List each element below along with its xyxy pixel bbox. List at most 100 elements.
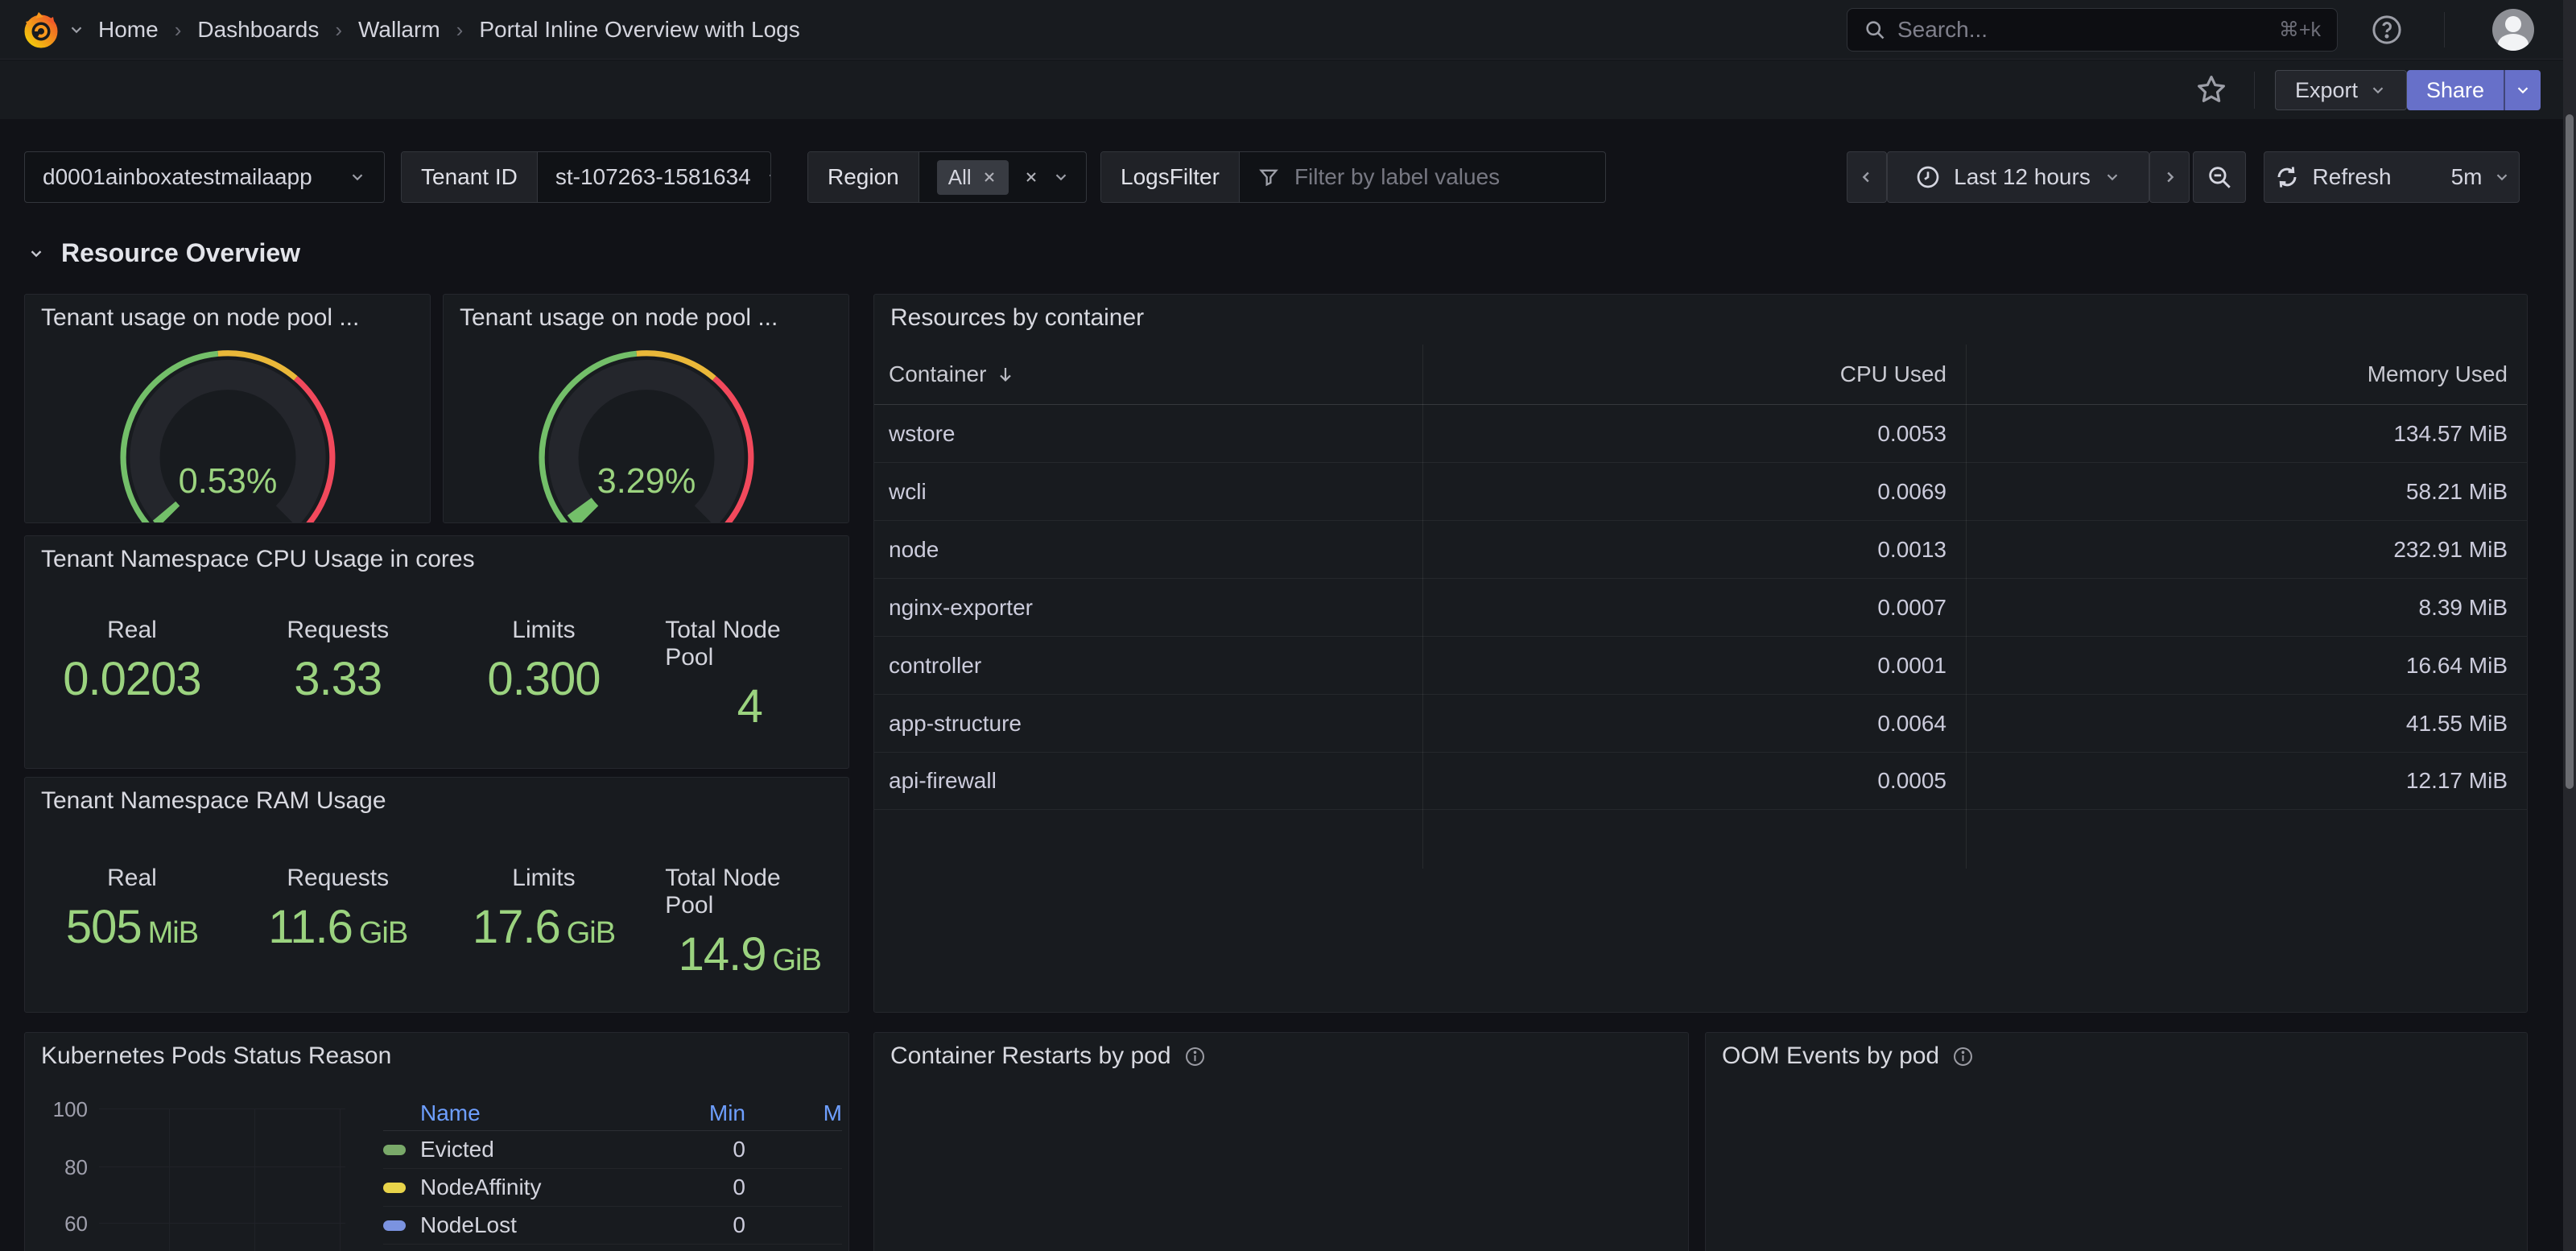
legend-series-swatch: [383, 1220, 406, 1231]
search-input[interactable]: Search... ⌘+k: [1847, 8, 2338, 52]
legend-series-name[interactable]: NodeLost: [420, 1212, 568, 1238]
toolbar-divider: [2254, 72, 2255, 109]
org-switcher-chevron-icon[interactable]: [68, 21, 85, 39]
top-nav: Home›Dashboards›Wallarm›Portal Inline Ov…: [0, 0, 2576, 60]
breadcrumb-item[interactable]: Wallarm: [358, 17, 440, 43]
refresh-button[interactable]: Refresh: [2256, 152, 2409, 202]
dashboard-toolbar: Export Share: [0, 60, 2576, 119]
stat-label: Limits: [512, 617, 575, 644]
star-icon[interactable]: [2194, 72, 2228, 106]
breadcrumb-item[interactable]: Portal Inline Overview with Logs: [479, 17, 799, 43]
panel-title[interactable]: Tenant Namespace RAM Usage: [41, 787, 386, 815]
logs-filter-placeholder: Filter by label values: [1294, 164, 1500, 190]
region-filter[interactable]: Region All: [807, 151, 1087, 203]
section-resource-overview[interactable]: Resource Overview: [27, 238, 300, 268]
info-icon[interactable]: [1952, 1046, 1974, 1067]
panel-title[interactable]: Resources by container: [890, 304, 1144, 332]
breadcrumb-separator: ›: [175, 18, 182, 43]
gauge-value: 0.53%: [178, 462, 277, 501]
legend-header-max[interactable]: M: [745, 1100, 842, 1126]
table-row: api-firewall0.000512.17 MiB: [874, 752, 2527, 810]
panel-ram-usage: Tenant Namespace RAM Usage Real505MiBReq…: [24, 777, 849, 1013]
cell-container-name: wstore: [874, 421, 1422, 447]
zoom-out-button[interactable]: [2193, 151, 2246, 203]
table-header-container[interactable]: Container: [874, 361, 1422, 387]
panel-oom-events: OOM Events by pod: [1705, 1032, 2528, 1251]
panel-title[interactable]: Tenant usage on node pool ...: [460, 304, 778, 332]
legend-header-name[interactable]: Name: [383, 1100, 568, 1126]
cell-memory-used: 8.39 MiB: [1966, 595, 2527, 621]
stat-unit: GiB: [567, 916, 615, 950]
stat-value: 3.33: [294, 652, 382, 706]
cell-container-name: api-firewall: [874, 768, 1422, 794]
cell-cpu-used: 0.0064: [1422, 711, 1966, 737]
table-row: wcli0.006958.21 MiB: [874, 462, 2527, 520]
legend-series-name[interactable]: Evicted: [420, 1137, 568, 1162]
refresh-interval-value: 5m: [2451, 164, 2483, 190]
table-header-memory-used[interactable]: Memory Used: [1966, 361, 2527, 387]
tenant-id-label: Tenant ID: [402, 152, 538, 202]
chart-legend-table: Name Min M Evicted0NodeAffinity0NodeLost…: [383, 1096, 842, 1245]
sort-desc-icon: [996, 365, 1015, 384]
cell-memory-used: 12.17 MiB: [1966, 768, 2527, 794]
refresh-interval-dropdown[interactable]: 5m: [2435, 152, 2528, 202]
export-button[interactable]: Export: [2275, 70, 2407, 110]
cell-cpu-used: 0.0001: [1422, 653, 1966, 679]
breadcrumb-separator: ›: [456, 18, 464, 43]
scrollbar-thumb[interactable]: [2566, 114, 2574, 789]
refresh-icon: [2274, 164, 2300, 190]
panel-title[interactable]: Kubernetes Pods Status Reason: [41, 1042, 391, 1070]
time-back-button[interactable]: [1847, 151, 1887, 203]
clock-icon: [1915, 164, 1941, 190]
cell-cpu-used: 0.0007: [1422, 595, 1966, 621]
cell-cpu-used: 0.0069: [1422, 479, 1966, 505]
table-header-cpu-used[interactable]: CPU Used: [1422, 361, 1966, 387]
cell-cpu-used: 0.0005: [1422, 768, 1966, 794]
legend-series-min: 0: [568, 1175, 745, 1200]
table-row: controller0.000116.64 MiB: [874, 636, 2527, 694]
stat-label: Limits: [512, 865, 575, 892]
stat: Total Node Pool4: [650, 617, 848, 733]
region-chevron-icon[interactable]: [1052, 168, 1070, 186]
avatar[interactable]: [2492, 9, 2534, 51]
cell-memory-used: 232.91 MiB: [1966, 537, 2527, 563]
stat: Requests11.6GiB: [239, 865, 437, 981]
time-range-picker[interactable]: Last 12 hours: [1887, 151, 2149, 203]
share-menu-button[interactable]: [2504, 70, 2541, 110]
tenant-id-dropdown[interactable]: Tenant ID st-107263-1581634: [401, 151, 771, 203]
region-clear-icon[interactable]: [1023, 169, 1039, 185]
time-forward-button[interactable]: [2149, 151, 2190, 203]
cell-container-name: node: [874, 537, 1422, 563]
stat: Requests3.33: [239, 617, 437, 733]
app-variable-dropdown[interactable]: d0001ainboxatestmailaapp: [24, 151, 385, 203]
cell-container-name: controller: [874, 653, 1422, 679]
panel-gauge-1: Tenant usage on node pool ... 0.53%: [24, 294, 431, 523]
panel-title[interactable]: Container Restarts by pod: [890, 1042, 1206, 1070]
resources-table: Container CPU Used Memory Used wstore 0.0…: [874, 345, 2527, 810]
info-icon[interactable]: [1184, 1046, 1206, 1067]
breadcrumb-item[interactable]: Home: [98, 17, 159, 43]
stat-value: 17.6GiB: [473, 900, 615, 954]
scrollbar-track[interactable]: [2563, 0, 2576, 1251]
app-variable-value: d0001ainboxatestmailaapp: [43, 164, 312, 190]
stat-value: 0.300: [487, 652, 600, 706]
funnel-icon: [1257, 166, 1280, 188]
stat-value: 14.9GiB: [679, 927, 821, 981]
panel-title[interactable]: OOM Events by pod: [1722, 1042, 1974, 1070]
legend-header-min[interactable]: Min: [568, 1100, 745, 1126]
legend-series-name[interactable]: NodeAffinity: [420, 1175, 568, 1200]
breadcrumb-item[interactable]: Dashboards: [197, 17, 319, 43]
cell-container-name: nginx-exporter: [874, 595, 1422, 621]
panel-title[interactable]: Tenant usage on node pool ...: [41, 304, 359, 332]
share-button[interactable]: Share: [2407, 70, 2504, 110]
stat-unit: MiB: [148, 916, 198, 950]
panel-gauge-2: Tenant usage on node pool ... 3.29%: [443, 294, 849, 523]
help-icon[interactable]: [2370, 13, 2404, 47]
logs-filter[interactable]: LogsFilter Filter by label values: [1100, 151, 1606, 203]
variables-row: d0001ainboxatestmailaapp Tenant ID st-10…: [0, 151, 2576, 203]
cell-memory-used: 134.57 MiB: [1966, 421, 2527, 447]
grafana-logo-icon[interactable]: [23, 10, 60, 49]
panel-title[interactable]: Tenant Namespace CPU Usage in cores: [41, 546, 475, 573]
region-chip-all[interactable]: All: [937, 160, 1009, 195]
stat: Real0.0203: [25, 617, 239, 733]
